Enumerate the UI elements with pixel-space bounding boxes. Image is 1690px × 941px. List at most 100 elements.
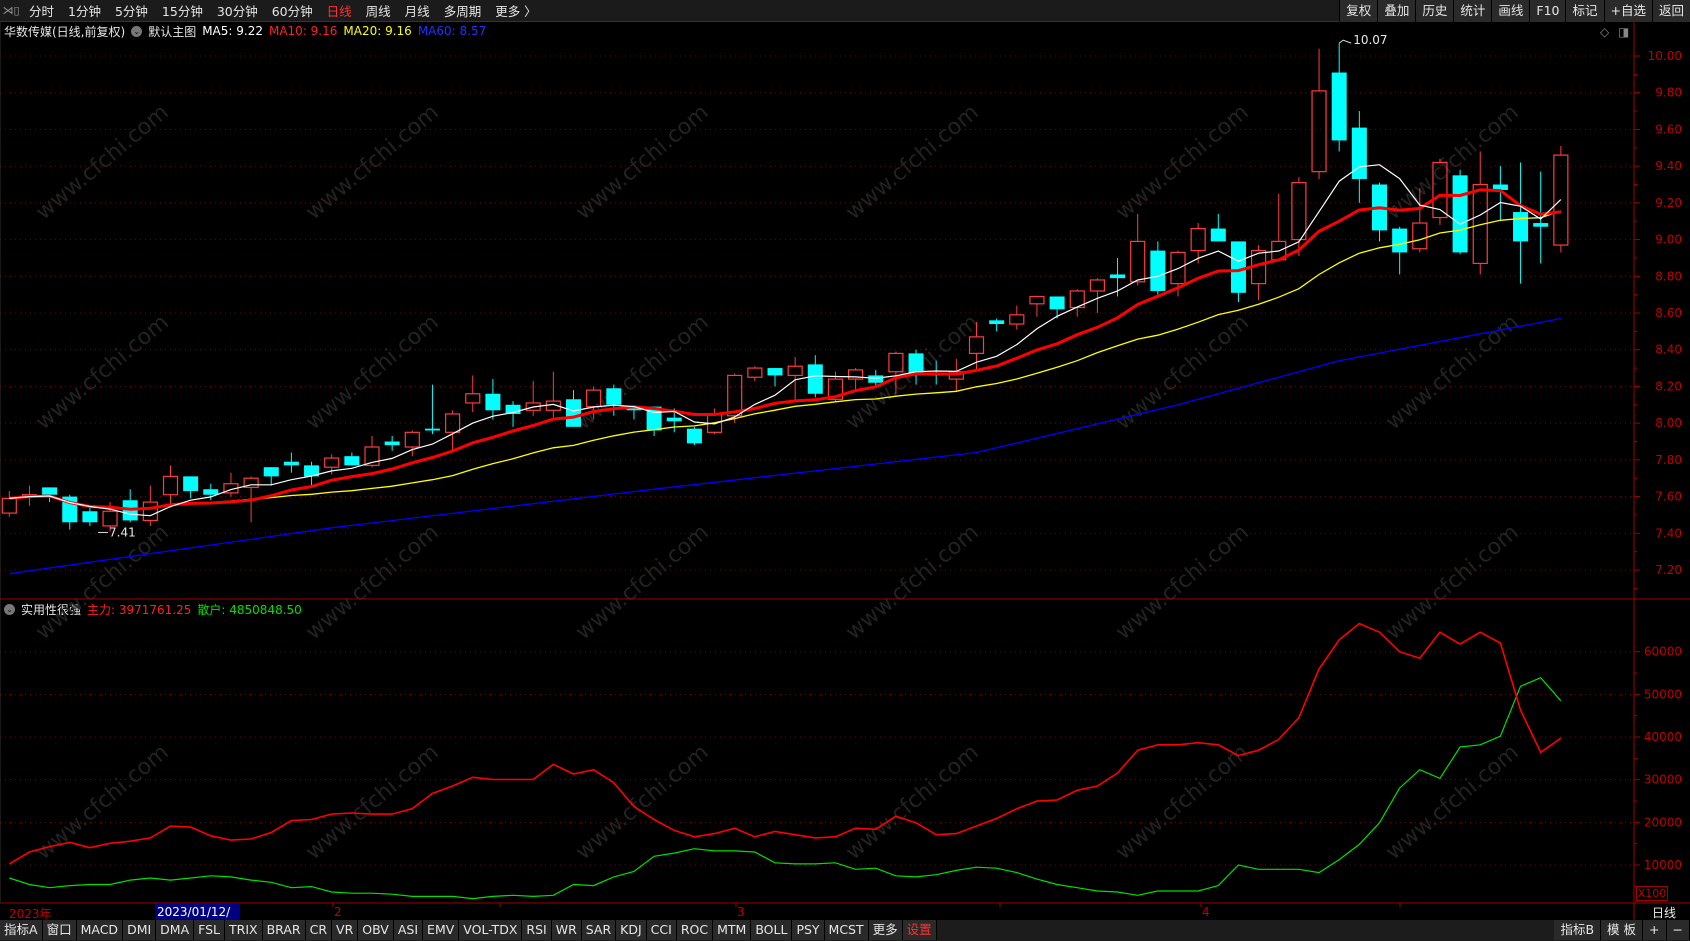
- low-price-label: 7.41: [109, 525, 136, 539]
- candle-up: [1291, 182, 1307, 241]
- candle-down: [1210, 228, 1226, 242]
- candle-down: [566, 399, 581, 427]
- candle-down: [42, 487, 58, 495]
- indicator-button[interactable]: 指标A: [0, 920, 43, 940]
- candle-down: [666, 417, 682, 422]
- candle-down: [606, 388, 622, 405]
- price-tick-label: 7.60: [1655, 490, 1682, 504]
- candle-up: [586, 389, 602, 408]
- price-tick-label: 8.60: [1655, 306, 1682, 320]
- candle-up: [1089, 279, 1106, 292]
- candle-down: [1513, 212, 1529, 242]
- indicator-button[interactable]: ASI: [393, 920, 424, 940]
- indicator-button[interactable]: WR: [551, 920, 582, 940]
- indicator-button[interactable]: CCI: [646, 920, 677, 940]
- high-price-label: 10.07: [1353, 33, 1387, 47]
- candle-down: [263, 467, 279, 477]
- indicator-right-buttons: 指标B 模 板 + −: [1554, 920, 1690, 940]
- indicator-button[interactable]: MCST: [824, 920, 869, 940]
- indicator-button[interactable]: DMA: [156, 920, 195, 940]
- indicator-tick-label: 60000: [1644, 645, 1682, 659]
- chart-canvas[interactable]: 7.20 7.40 7.60 7.80 8.00 8.20 8.40 8.60 8.80 9.00…: [0, 0, 1690, 941]
- price-tick-label: 7.80: [1655, 453, 1682, 467]
- candle-up: [787, 365, 803, 377]
- indicator-button[interactable]: KDJ: [616, 920, 647, 940]
- indicator-tick-label: 30000: [1644, 773, 1682, 787]
- indicator-button[interactable]: VOL-TDX: [459, 920, 523, 940]
- price-tick-label: 7.40: [1655, 526, 1682, 540]
- indicator-button[interactable]: MTM: [713, 920, 752, 940]
- candle-up: [747, 367, 763, 378]
- candle-up: [445, 413, 461, 433]
- candle-up: [888, 352, 904, 373]
- price-tick-label: 7.20: [1655, 563, 1682, 577]
- indicator-button[interactable]: CR: [305, 920, 333, 940]
- candle-down: [384, 441, 400, 446]
- candle-down: [485, 393, 501, 411]
- indicator-button[interactable]: 设置: [902, 920, 937, 940]
- indicator-button[interactable]: TRIX: [225, 920, 263, 940]
- cursor-date: 2023/01/12/四: [156, 904, 240, 935]
- price-tick-label: 9.20: [1655, 196, 1682, 210]
- candle-up: [465, 393, 481, 404]
- indicator-button[interactable]: FSL: [194, 920, 226, 940]
- candle-up: [142, 501, 158, 522]
- price-tick-label: 8.00: [1655, 416, 1682, 430]
- candle-down: [82, 511, 98, 523]
- indicator-button[interactable]: OBV: [358, 920, 394, 940]
- price-tick-label: 8.40: [1655, 343, 1682, 357]
- candle-down: [908, 353, 924, 374]
- indicator-right-button[interactable]: +: [1643, 920, 1667, 940]
- indicator-button[interactable]: PSY: [792, 920, 825, 940]
- indicator-button[interactable]: ROC: [676, 920, 714, 940]
- candle-up: [162, 475, 179, 496]
- indicator-toolbar: 指标A 窗口 MACD DMI DMA FSL TRIX BRAR CR VR OBV ASI EMV V…: [0, 920, 1690, 941]
- candle-up: [1009, 314, 1025, 325]
- price-tick-label: 9.60: [1655, 122, 1682, 136]
- candle-up: [1, 497, 17, 514]
- indicator-button[interactable]: RSI: [522, 920, 552, 940]
- indicator-buttons: 指标A 窗口 MACD DMI DMA FSL TRIX BRAR CR VR OBV ASI EMV V…: [0, 920, 937, 941]
- candle-up: [1029, 295, 1045, 305]
- candle-down: [1230, 241, 1246, 293]
- indicator-right-button[interactable]: 模 板: [1601, 920, 1644, 940]
- indicator-button[interactable]: EMV: [423, 920, 460, 940]
- candle-down: [1452, 175, 1468, 253]
- main-force-line: [8, 622, 1562, 865]
- ma20-line: [9, 210, 1562, 510]
- ma5-line: [9, 164, 1562, 517]
- indicator-button[interactable]: SAR: [581, 920, 617, 940]
- indicator-button[interactable]: 窗口: [42, 920, 77, 940]
- candle-down: [1533, 223, 1549, 227]
- indicator-right-button[interactable]: −: [1666, 920, 1690, 940]
- indicator-button[interactable]: MACD: [76, 920, 124, 940]
- candle-up: [1412, 222, 1428, 250]
- indicator-button[interactable]: VR: [332, 920, 359, 940]
- candle-down: [283, 461, 299, 466]
- month-label: 4: [1202, 905, 1210, 919]
- price-tick-label: 8.80: [1655, 269, 1682, 283]
- indicator-button[interactable]: BRAR: [262, 920, 306, 940]
- candle-down: [686, 428, 702, 444]
- price-tick-label: 9.80: [1655, 86, 1682, 100]
- indicator-tick-label: 40000: [1644, 730, 1682, 744]
- indicator-button[interactable]: BOLL: [751, 920, 793, 940]
- candle-up: [1311, 90, 1327, 173]
- indicator-right-button[interactable]: 指标B: [1554, 920, 1602, 940]
- candle-up: [102, 510, 118, 527]
- candle-down: [344, 456, 360, 466]
- period-label: 日线: [1651, 906, 1676, 920]
- indicator-button[interactable]: 更多: [868, 920, 903, 940]
- price-tick-label: 10.00: [1648, 49, 1682, 63]
- candle-up: [1130, 240, 1146, 283]
- candle-down: [424, 428, 440, 431]
- candle-down: [868, 375, 884, 383]
- candle-down: [1049, 296, 1065, 310]
- month-label: 3: [737, 905, 745, 919]
- scale-label: X100: [1636, 886, 1668, 901]
- high-marker-arrow: [1338, 39, 1352, 44]
- candle-up: [968, 336, 985, 354]
- indicator-button[interactable]: DMI: [123, 920, 157, 940]
- candle-down: [989, 320, 1005, 325]
- price-tick-label: 9.00: [1655, 233, 1682, 247]
